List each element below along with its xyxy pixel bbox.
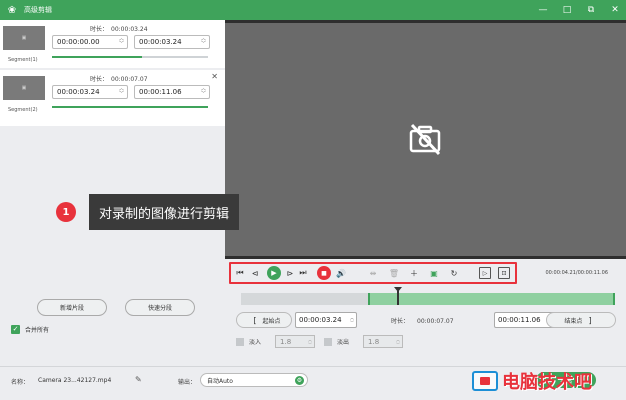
fit-frame-icon[interactable]: ⊡: [498, 267, 510, 279]
set-start-button[interactable]: [起始点: [236, 312, 292, 328]
stop-button[interactable]: ■: [317, 266, 331, 280]
spinner-icon[interactable]: ︿﹀: [201, 36, 206, 48]
reset-icon[interactable]: ↻: [448, 267, 460, 279]
spinner-icon[interactable]: ︿﹀: [119, 86, 124, 98]
mark-in-icon[interactable]: ▷: [479, 267, 491, 279]
settings-icon[interactable]: ⚙: [295, 376, 304, 385]
watermark-text: 电脑技术吧: [502, 372, 592, 393]
no-camera-icon: [409, 123, 441, 156]
segment-duration: 时长： 00:00:07.07: [90, 76, 148, 83]
minimize-icon[interactable]: —: [538, 5, 548, 15]
spinner-icon[interactable]: ︿﹀: [308, 337, 312, 347]
maximize-icon[interactable]: □: [562, 5, 572, 15]
segment-thumbnail[interactable]: ▣: [3, 26, 45, 50]
spinner-icon[interactable]: ︿﹀: [119, 36, 124, 48]
spinner-icon[interactable]: ︿﹀: [201, 86, 206, 98]
callout-number: 1: [56, 202, 76, 222]
callout-text: 对录制的图像进行剪辑: [89, 194, 240, 230]
title-bar: ❀ 高级剪辑 — □ ⧉ ✕: [0, 0, 626, 20]
segment-progress: [52, 56, 208, 58]
annotation-callout: 1 对录制的图像进行剪辑: [56, 194, 240, 230]
segment-start-input[interactable]: 00:00:00.00 ︿ ﹀: [52, 35, 128, 49]
name-label: 名称：: [11, 379, 30, 386]
segment-progress: [52, 106, 208, 108]
copy-icon[interactable]: ▣: [428, 267, 440, 279]
merge-all-checkbox[interactable]: ✓ 合并所有: [11, 325, 49, 334]
segment-item[interactable]: ▣ Segment(1) 时长： 00:00:03.24 00:00:00.00 …: [0, 20, 225, 70]
fade-in-input[interactable]: 1.8 ︿ ﹀: [275, 335, 316, 348]
output-select[interactable]: 自动Auto ⚙: [200, 373, 308, 387]
close-segment-icon[interactable]: ✕: [211, 72, 218, 81]
segment-thumbnail[interactable]: ▣: [3, 76, 45, 100]
segment-start-input[interactable]: 00:00:03.24 ︿ ﹀: [52, 85, 128, 99]
file-name: Camera 23...42127.mp4: [38, 377, 112, 384]
skip-to-start-icon[interactable]: ⏮: [234, 267, 246, 279]
segment-end-input[interactable]: 00:00:11.06 ︿ ﹀: [134, 85, 210, 99]
output-label: 输出：: [178, 379, 197, 386]
fade-in-checkbox[interactable]: [236, 337, 244, 346]
add-icon[interactable]: ＋: [408, 267, 420, 279]
segment-end-input[interactable]: 00:00:03.24 ︿ ﹀: [134, 35, 210, 49]
watermark: 电脑技术吧: [472, 366, 622, 396]
fade-in-label: 淡入: [249, 339, 262, 346]
delete-icon[interactable]: 🗑: [388, 267, 400, 279]
segment-list: ▣ Segment(1) 时长： 00:00:03.24 00:00:00.00 …: [0, 20, 225, 126]
quick-split-button[interactable]: 快速分段: [125, 299, 195, 316]
window-controls: — □ ⧉ ✕: [538, 0, 620, 20]
check-icon[interactable]: ✓: [11, 325, 20, 334]
merge-all-label: 合并所有: [25, 327, 50, 334]
step-forward-icon[interactable]: ⊳: [284, 267, 296, 279]
segment-actions: 新增片段 快速分段: [37, 299, 195, 316]
volume-icon[interactable]: 🔊: [335, 267, 347, 279]
restore-icon[interactable]: ⧉: [586, 5, 596, 15]
segment-label: Segment(2): [8, 107, 38, 113]
timeline-track[interactable]: [241, 293, 615, 305]
monitor-logo-icon: [472, 371, 498, 391]
trim-duration: 时长： 00:00:07.07: [391, 318, 454, 325]
segment-item[interactable]: ▣ Segment(2) 时长： 00:00:07.07 ✕ 00:00:03.2…: [0, 70, 225, 118]
player-controls: ⏮ ⊲ ▶ ⊳ ⏭ ■ 🔊 ⇹ 🗑 ＋ ▣ ↻ ▷ ⊡ 00:00:04.21/…: [225, 262, 626, 284]
add-segment-button[interactable]: 新增片段: [37, 299, 107, 316]
skip-to-end-icon[interactable]: ⏭: [297, 267, 309, 279]
set-end-button[interactable]: 结束点]: [546, 312, 616, 328]
split-icon[interactable]: ⇹: [367, 267, 379, 279]
window-title: 高级剪辑: [24, 6, 52, 14]
video-preview: [225, 20, 626, 259]
fade-out-control: 淡出 1.8 ︿ ﹀: [324, 335, 404, 348]
fade-out-label: 淡出: [337, 339, 350, 346]
fade-in-control: 淡入 1.8 ︿ ﹀: [236, 335, 316, 348]
play-button[interactable]: ▶: [267, 266, 281, 280]
trim-start-input[interactable]: 00:00:03.24 ︿ ﹀: [295, 312, 357, 328]
playhead-handle[interactable]: [394, 287, 403, 292]
step-back-icon[interactable]: ⊲: [249, 267, 261, 279]
fade-out-checkbox[interactable]: [324, 337, 332, 346]
timeline-selection[interactable]: [368, 293, 615, 305]
edit-name-icon[interactable]: ✎: [135, 375, 142, 384]
spinner-icon[interactable]: ︿﹀: [350, 315, 354, 325]
playback-time: 00:00:04.21/00:00:11.06: [545, 270, 609, 276]
segment-label: Segment(1): [8, 57, 38, 63]
close-icon[interactable]: ✕: [610, 5, 620, 15]
spinner-icon[interactable]: ︿﹀: [396, 337, 400, 347]
fade-out-input[interactable]: 1.8 ︿ ﹀: [363, 335, 404, 348]
segment-duration: 时长： 00:00:03.24: [90, 26, 148, 33]
trim-controls: [起始点 00:00:03.24 ︿ ﹀ 时长： 00:00:07.07 00:00…: [236, 312, 616, 328]
app-logo-icon: ❀: [7, 4, 17, 16]
